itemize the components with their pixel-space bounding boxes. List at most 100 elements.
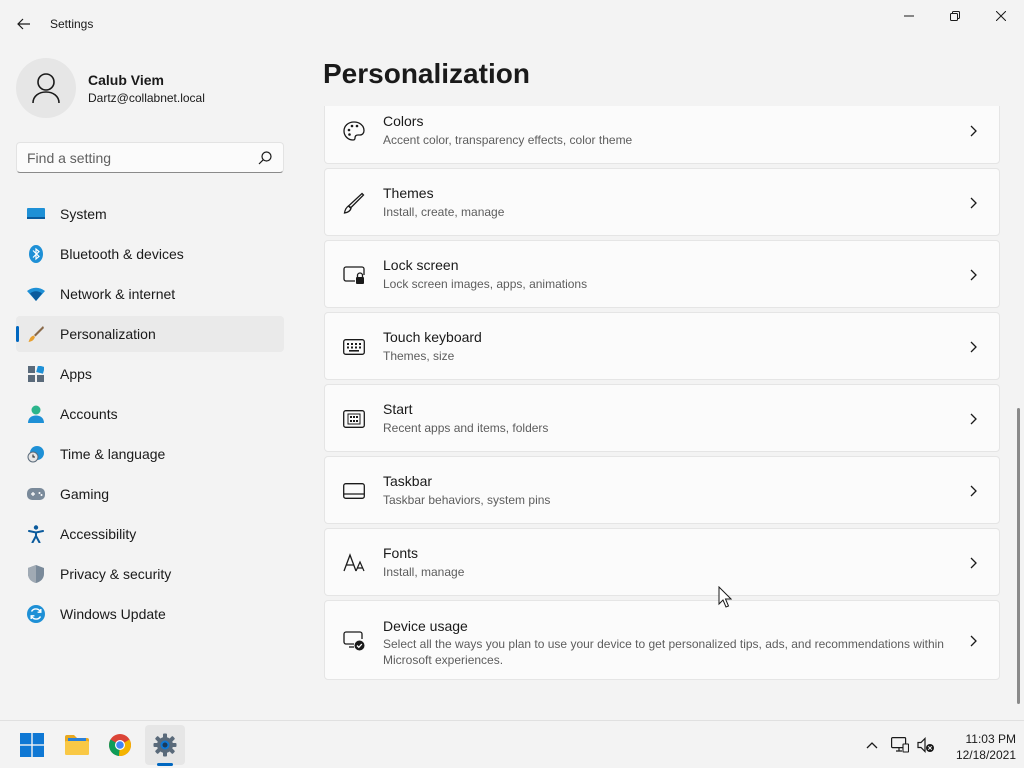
sidebar-item-accessibility[interactable]: Accessibility	[16, 516, 284, 552]
sidebar-nav: System Bluetooth & devices Network & int…	[16, 196, 284, 636]
sidebar-item-time-language[interactable]: Time & language	[16, 436, 284, 472]
folder-icon	[65, 735, 89, 755]
gear-icon	[153, 733, 177, 757]
sidebar-item-label: Bluetooth & devices	[60, 246, 184, 262]
active-app-indicator	[157, 763, 173, 766]
chevron-right-icon	[970, 557, 977, 569]
settings-taskbar-button[interactable]	[145, 725, 185, 765]
settings-list: Colors Accent color, transparency effect…	[324, 106, 1000, 706]
accessibility-icon	[27, 525, 45, 543]
apps-icon	[27, 365, 45, 383]
clock-globe-icon	[27, 445, 45, 463]
sidebar-item-label: Time & language	[60, 446, 166, 462]
card-lock-screen[interactable]: Lock screen Lock screen images, apps, an…	[324, 240, 1000, 308]
wifi-icon	[27, 285, 45, 303]
user-profile[interactable]: Calub Viem Dartz@collabnet.local	[16, 58, 286, 118]
card-title: Lock screen	[383, 257, 459, 273]
device-usage-icon	[342, 629, 366, 653]
card-title: Colors	[383, 113, 424, 129]
search-icon[interactable]	[257, 150, 273, 166]
sidebar-item-privacy-security[interactable]: Privacy & security	[16, 556, 284, 592]
taskbar-icon	[342, 479, 366, 503]
mouse-cursor-icon	[718, 586, 732, 608]
card-subtitle: Themes, size	[383, 349, 455, 363]
sidebar-item-label: Personalization	[60, 326, 156, 342]
back-button[interactable]	[10, 10, 38, 38]
chrome-button[interactable]	[100, 725, 140, 765]
file-explorer-button[interactable]	[57, 725, 97, 765]
sidebar-item-apps[interactable]: Apps	[16, 356, 284, 392]
search-input[interactable]	[17, 143, 253, 172]
card-device-usage[interactable]: Device usage Select all the ways you pla…	[324, 600, 1000, 680]
card-subtitle: Taskbar behaviors, system pins	[383, 493, 551, 507]
chevron-right-icon	[970, 485, 977, 497]
card-themes[interactable]: Themes Install, create, manage	[324, 168, 1000, 236]
sidebar-item-network[interactable]: Network & internet	[16, 276, 284, 312]
avatar	[16, 58, 76, 118]
lock-screen-icon	[342, 263, 366, 287]
card-title: Touch keyboard	[383, 329, 482, 345]
taskbar-clock[interactable]: 11:03 PM 12/18/2021	[940, 731, 1016, 763]
card-start[interactable]: Start Recent apps and items, folders	[324, 384, 1000, 452]
palette-icon	[342, 119, 366, 143]
start-button[interactable]	[12, 725, 52, 765]
chrome-icon	[108, 734, 132, 757]
sidebar-item-personalization[interactable]: Personalization	[16, 316, 284, 352]
sidebar-item-accounts[interactable]: Accounts	[16, 396, 284, 432]
sidebar-item-label: Apps	[60, 366, 92, 382]
taskbar: 11:03 PM 12/18/2021	[0, 720, 1024, 768]
clock-date: 12/18/2021	[955, 748, 1016, 762]
chevron-right-icon	[970, 125, 977, 137]
minimize-icon	[904, 15, 914, 17]
close-button[interactable]	[978, 0, 1024, 32]
restore-button[interactable]	[932, 0, 978, 32]
sidebar-item-gaming[interactable]: Gaming	[16, 476, 284, 512]
card-subtitle: Recent apps and items, folders	[383, 421, 549, 435]
sidebar-item-bluetooth[interactable]: Bluetooth & devices	[16, 236, 284, 272]
card-title: Taskbar	[383, 473, 433, 489]
network-wired-icon	[891, 737, 909, 753]
brush-icon	[27, 325, 45, 343]
sidebar-item-label: Gaming	[60, 486, 110, 502]
shield-icon	[27, 565, 45, 583]
chevron-right-icon	[970, 269, 977, 281]
card-title: Fonts	[383, 545, 419, 561]
sidebar-item-label: Privacy & security	[60, 566, 172, 582]
keyboard-icon	[342, 335, 366, 359]
page-title: Personalization	[323, 58, 530, 89]
app-title: Settings	[50, 17, 94, 31]
accounts-icon	[27, 405, 45, 423]
person-icon	[32, 73, 60, 104]
windows-logo-icon	[20, 733, 44, 757]
user-name: Calub Viem	[88, 72, 164, 88]
sidebar-item-system[interactable]: System	[16, 196, 284, 232]
show-hidden-icons-button[interactable]	[862, 735, 882, 755]
card-taskbar[interactable]: Taskbar Taskbar behaviors, system pins	[324, 456, 1000, 524]
card-title: Start	[383, 401, 413, 417]
chevron-right-icon	[970, 635, 977, 647]
chevron-right-icon	[970, 341, 977, 353]
chevron-right-icon	[970, 197, 977, 209]
card-subtitle: Accent color, transparency effects, colo…	[383, 133, 633, 147]
minimize-button[interactable]	[886, 0, 932, 32]
card-colors[interactable]: Colors Accent color, transparency effect…	[324, 106, 1000, 164]
volume-tray-button[interactable]	[916, 735, 936, 755]
scrollbar-thumb[interactable]	[1017, 408, 1020, 704]
gamepad-icon	[27, 485, 45, 503]
user-email: Dartz@collabnet.local	[88, 91, 205, 105]
card-subtitle: Lock screen images, apps, animations	[383, 277, 588, 291]
sidebar-item-label: Accessibility	[60, 526, 137, 542]
chevron-up-icon	[866, 742, 878, 749]
update-icon	[27, 605, 45, 623]
search-box[interactable]	[16, 142, 284, 173]
card-touch-keyboard[interactable]: Touch keyboard Themes, size	[324, 312, 1000, 380]
restore-icon	[950, 11, 960, 21]
bluetooth-icon	[27, 245, 45, 263]
start-icon	[342, 407, 366, 431]
sidebar-item-windows-update[interactable]: Windows Update	[16, 596, 284, 632]
sidebar-item-label: Windows Update	[60, 606, 166, 622]
sidebar-item-label: System	[60, 206, 107, 222]
sidebar-item-label: Network & internet	[60, 286, 176, 302]
network-tray-button[interactable]	[890, 735, 910, 755]
card-fonts[interactable]: Fonts Install, manage	[324, 528, 1000, 596]
